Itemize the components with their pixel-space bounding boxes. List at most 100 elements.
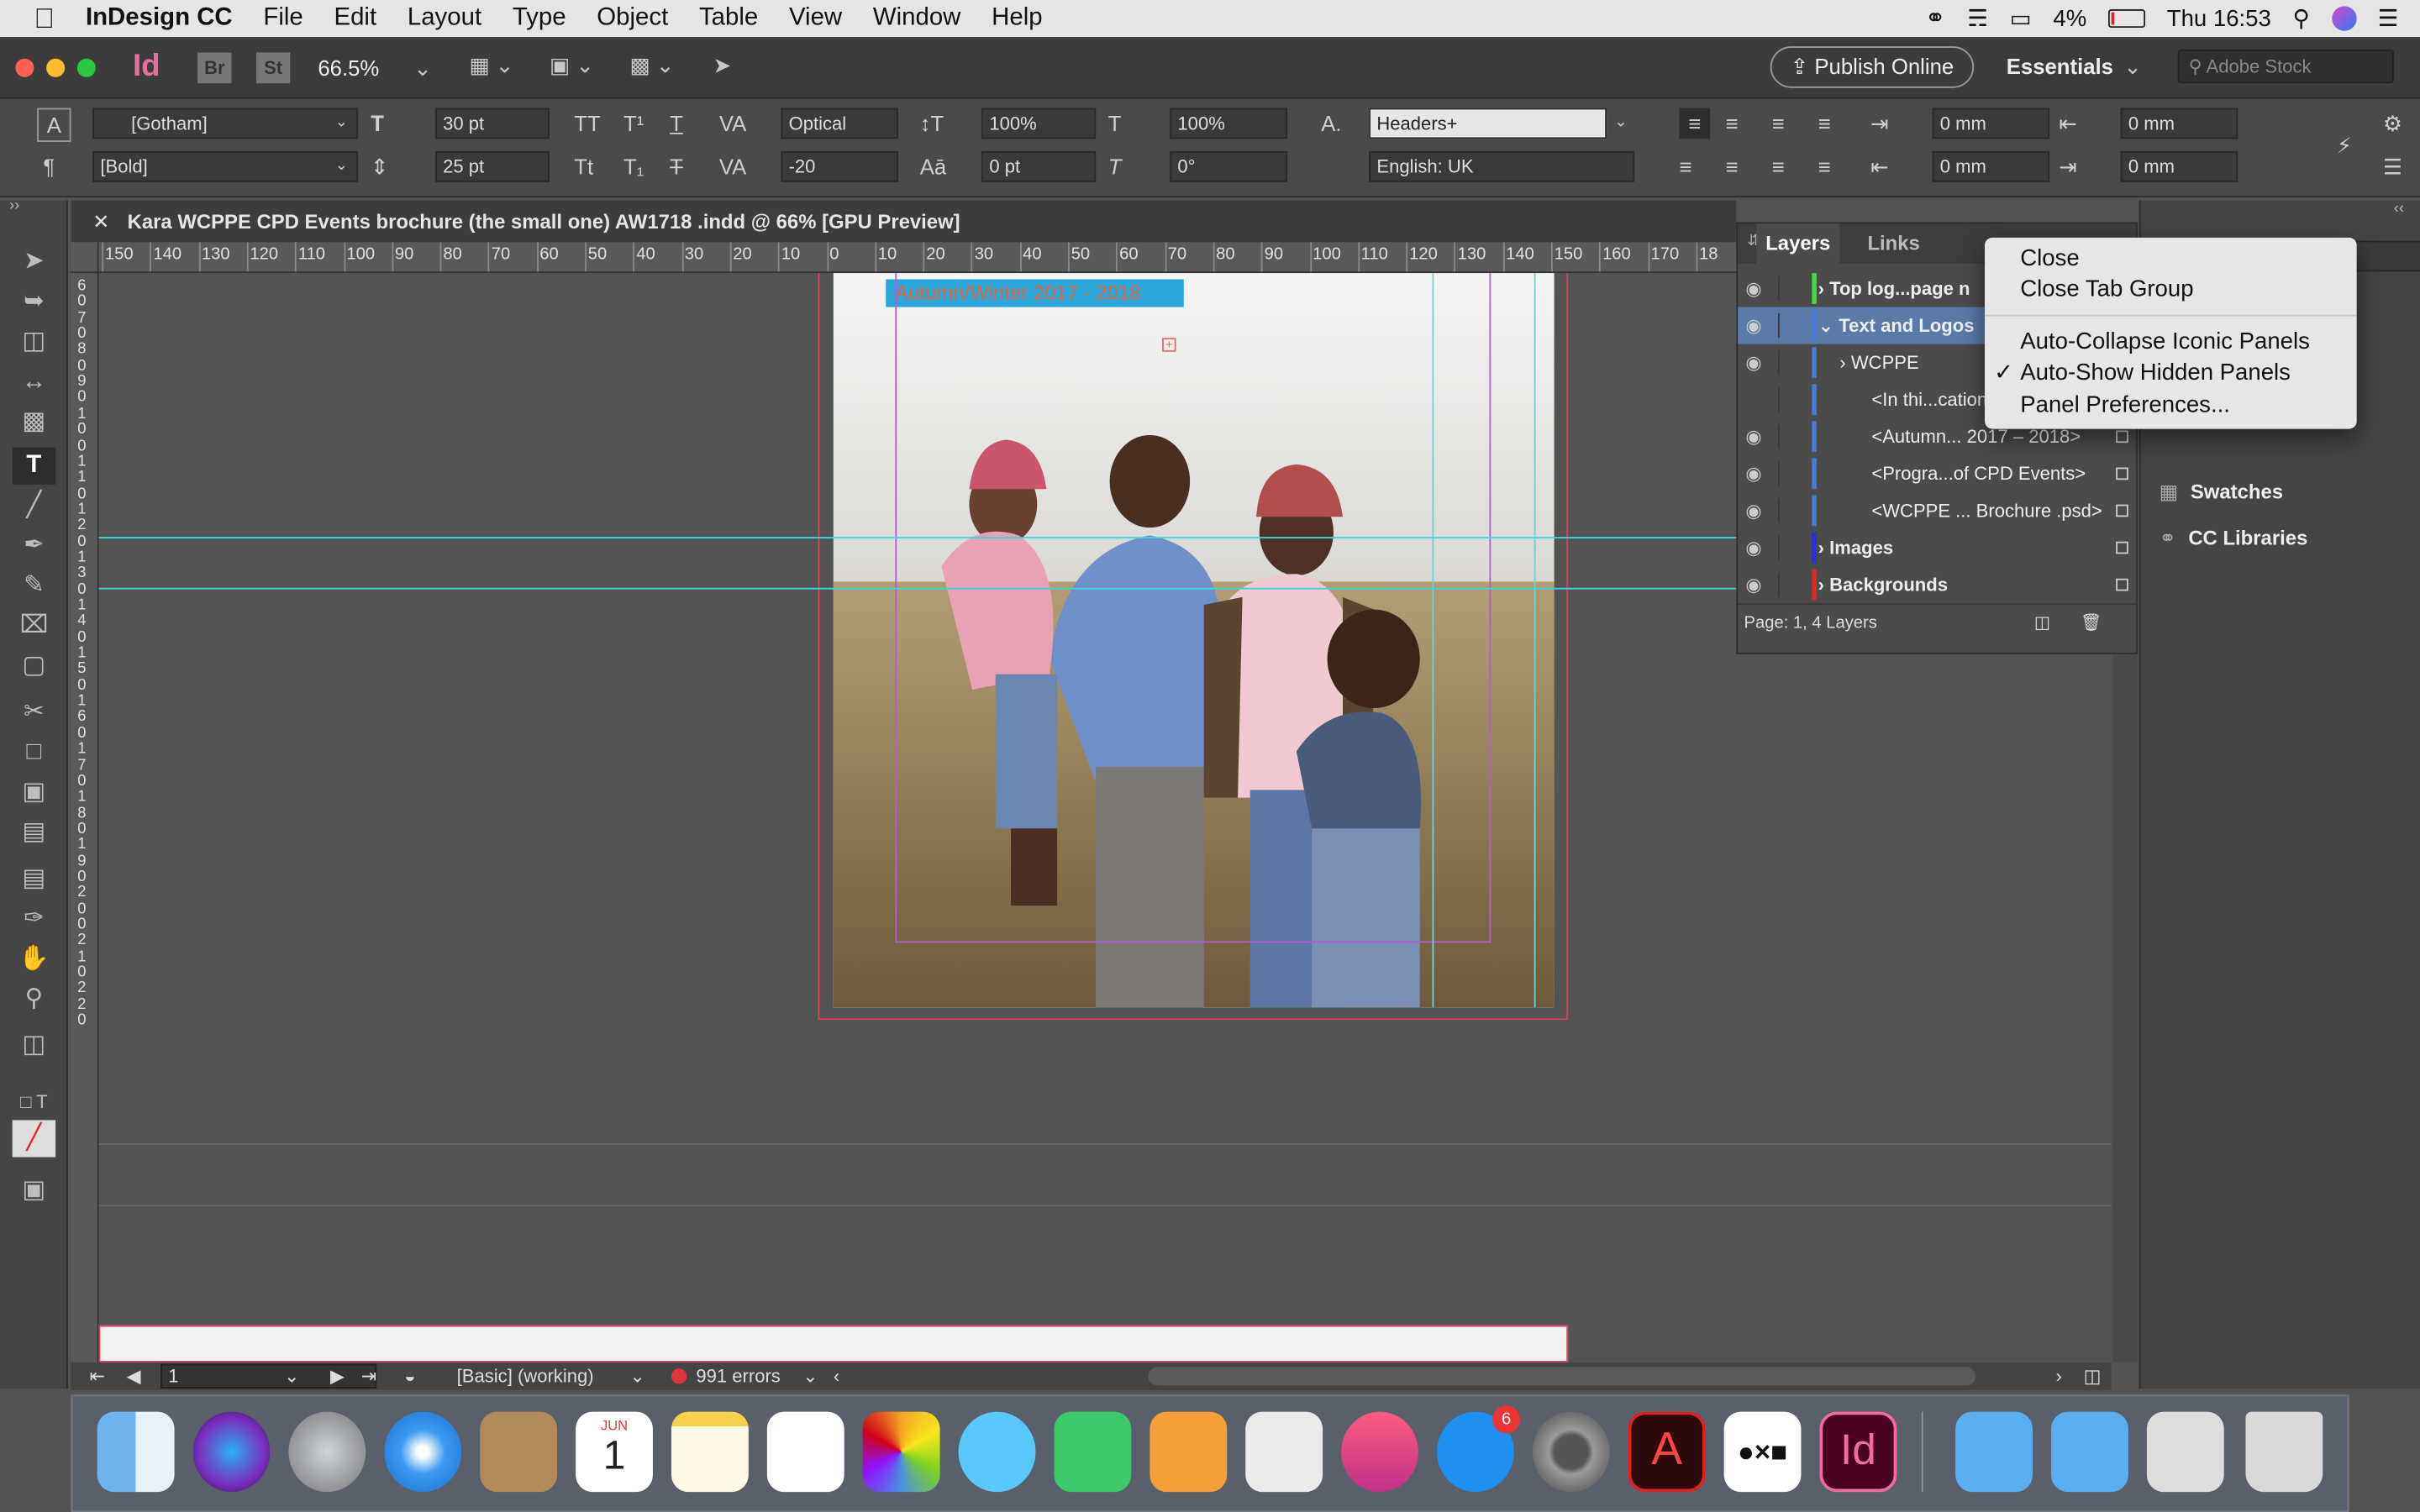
next-spread-page[interactable] bbox=[98, 1325, 1569, 1362]
preflight-profile[interactable]: [Basic] (working) bbox=[457, 1362, 594, 1390]
horizontal-ruler[interactable]: 150 140 130 120 110 100 90 80 70 60 50 40 30 20 10 0 10 2… bbox=[71, 242, 1737, 274]
panel-menu-icon[interactable]: ☰ bbox=[2383, 151, 2402, 182]
previous-page-icon[interactable]: ◀ bbox=[127, 1362, 141, 1390]
lock-toggle[interactable] bbox=[1777, 276, 1800, 302]
menu-layout[interactable]: Layout bbox=[392, 0, 497, 37]
wifi-icon[interactable]: ☴ bbox=[1967, 5, 1988, 32]
battery-icon[interactable] bbox=[2107, 9, 2146, 29]
direct-selection-tool-icon[interactable]: ➥ bbox=[13, 284, 55, 321]
layer-select-square[interactable] bbox=[2116, 541, 2128, 554]
screen-mode-icon[interactable]: ▣ ⌄ bbox=[550, 52, 594, 78]
bridge-icon[interactable]: Br bbox=[197, 52, 232, 84]
font-family-dropdown-icon[interactable]: ⌄ bbox=[335, 114, 348, 131]
paragraph-mode-icon[interactable]: ¶ bbox=[43, 151, 55, 182]
page-tool-icon[interactable]: ◫ bbox=[13, 324, 55, 361]
formatting-affects-icon[interactable]: □ T bbox=[13, 1083, 55, 1120]
pages-icon[interactable] bbox=[1150, 1411, 1228, 1493]
justify-right-icon[interactable]: ≡ bbox=[1818, 151, 1831, 182]
justify-all-icon[interactable]: ≡ bbox=[1772, 151, 1785, 182]
minimize-window-button[interactable] bbox=[46, 58, 66, 77]
creative-cloud-icon[interactable]: ⚭ bbox=[1925, 3, 1946, 34]
dock-collapse-icon[interactable]: ‹‹ bbox=[2394, 201, 2404, 218]
lock-toggle[interactable] bbox=[1777, 312, 1800, 339]
paragraph-style-field[interactable]: Headers+ bbox=[1369, 108, 1607, 139]
toolbar-collapse-icon[interactable]: ›› bbox=[9, 197, 19, 214]
pencil-tool-icon[interactable]: ✎ bbox=[13, 568, 55, 605]
scroll-left-icon[interactable]: ‹ bbox=[834, 1362, 839, 1390]
tab-layers[interactable]: Layers bbox=[1756, 223, 1840, 265]
indesign-dock-icon[interactable]: Id bbox=[1819, 1411, 1897, 1493]
layer-row[interactable]: ◉ <Progra...of CPD Events> bbox=[1738, 455, 2136, 492]
paragraph-style-dropdown-icon[interactable]: ⌄ bbox=[1614, 114, 1627, 131]
horizontal-scale-field[interactable]: 100% bbox=[1170, 108, 1287, 139]
layer-select-square[interactable] bbox=[2116, 504, 2128, 517]
menu-edit[interactable]: Edit bbox=[318, 0, 392, 37]
applications-folder-icon[interactable] bbox=[1955, 1411, 2033, 1493]
safari-icon[interactable] bbox=[384, 1411, 462, 1493]
siri-dock-icon[interactable] bbox=[192, 1411, 271, 1493]
layer-select-square[interactable] bbox=[2116, 430, 2128, 444]
small-caps-icon[interactable]: Tt bbox=[574, 151, 593, 182]
zoom-window-button[interactable] bbox=[76, 58, 96, 77]
airplay-icon[interactable]: ▭ bbox=[2010, 5, 2032, 32]
obs-style-app-icon[interactable]: ●×■ bbox=[1723, 1411, 1802, 1493]
right-indent-field[interactable]: 0 mm bbox=[2120, 108, 2238, 139]
free-transform-tool-icon[interactable]: □ bbox=[13, 734, 55, 771]
menu-item-close[interactable]: Close bbox=[2020, 244, 2079, 275]
cc-libraries-panel-button[interactable]: ⚭ CC Libraries bbox=[2160, 522, 2419, 555]
documents-folder-icon[interactable] bbox=[2051, 1411, 2128, 1493]
menu-object[interactable]: Object bbox=[581, 0, 684, 37]
lock-toggle[interactable] bbox=[1777, 498, 1800, 523]
split-window-icon[interactable]: ◫ bbox=[2084, 1362, 2102, 1390]
justify-left-icon[interactable]: ≡ bbox=[1679, 151, 1691, 182]
acrobat-icon[interactable]: A bbox=[1628, 1411, 1706, 1493]
left-indent-field[interactable]: 0 mm bbox=[1932, 108, 2050, 139]
reminders-icon[interactable] bbox=[766, 1411, 844, 1493]
lock-toggle[interactable] bbox=[1777, 461, 1800, 486]
fill-stroke-icon[interactable]: ◫ bbox=[13, 1027, 55, 1064]
menu-item-auto-collapse[interactable]: Auto-Collapse Iconic Panels bbox=[2020, 327, 2310, 358]
layer-select-square[interactable] bbox=[2116, 578, 2128, 591]
font-style-field[interactable]: [Bold] bbox=[92, 151, 359, 182]
trash-icon[interactable] bbox=[2245, 1411, 2323, 1493]
eyedropper-tool-icon[interactable]: ✑ bbox=[13, 901, 55, 938]
publish-rocket-icon[interactable]: ➤ bbox=[713, 52, 732, 78]
first-page-icon[interactable]: ⇤ bbox=[90, 1362, 105, 1390]
menu-type[interactable]: Type bbox=[497, 0, 581, 37]
workspace-switcher[interactable]: Essentials bbox=[2007, 54, 2113, 78]
subscript-icon[interactable]: T₁ bbox=[623, 151, 644, 182]
space-before-field[interactable]: 0 mm bbox=[1932, 151, 2050, 182]
all-caps-icon[interactable]: TT bbox=[574, 108, 600, 139]
horizontal-scrollbar-thumb[interactable] bbox=[1148, 1367, 1976, 1386]
layer-row[interactable]: ◉ › Images bbox=[1738, 529, 2136, 566]
strikethrough-icon[interactable]: T bbox=[670, 151, 683, 182]
vertical-scale-field[interactable]: 100% bbox=[981, 108, 1097, 139]
system-preferences-icon[interactable] bbox=[1532, 1411, 1610, 1493]
language-field[interactable]: English: UK bbox=[1369, 151, 1635, 182]
content-collector-icon[interactable]: ▩ bbox=[13, 404, 55, 441]
numbers-icon[interactable] bbox=[1245, 1411, 1323, 1493]
itunes-icon[interactable] bbox=[1341, 1411, 1418, 1493]
apple-icon[interactable]:  bbox=[0, 0, 71, 37]
layer-select-square[interactable] bbox=[2116, 467, 2128, 480]
superscript-icon[interactable]: T¹ bbox=[623, 108, 644, 139]
zoom-tool-icon[interactable]: ⚲ bbox=[13, 981, 55, 1018]
lock-toggle[interactable] bbox=[1777, 349, 1800, 375]
gap-tool-icon[interactable]: ↔ bbox=[13, 364, 55, 401]
delete-layer-icon[interactable]: 🗑 bbox=[2081, 605, 2102, 642]
visibility-eye-icon[interactable]: ◉ bbox=[1745, 344, 1761, 381]
zoom-dropdown-icon[interactable]: ⌄ bbox=[413, 55, 432, 81]
leading-field[interactable]: 25 pt bbox=[434, 151, 550, 182]
clock[interactable]: Thu 16:53 bbox=[2167, 5, 2271, 31]
launchpad-icon[interactable] bbox=[288, 1411, 366, 1493]
workspace-dropdown-icon[interactable]: ⌄ bbox=[2123, 54, 2142, 80]
publish-online-button[interactable]: ⇪ Publish Online bbox=[1770, 46, 1975, 88]
note-tool-icon[interactable]: ▤ bbox=[13, 861, 55, 898]
menu-item-auto-show[interactable]: Auto-Show Hidden Panels bbox=[2020, 358, 2291, 389]
photos-icon[interactable] bbox=[862, 1411, 940, 1493]
menu-help[interactable]: Help bbox=[976, 0, 1058, 37]
kerning-field[interactable]: Optical bbox=[781, 108, 898, 139]
align-right-icon[interactable]: ≡ bbox=[1772, 108, 1785, 139]
layer-row[interactable]: ◉ <WCPPE ... Brochure .psd> bbox=[1738, 492, 2136, 529]
open-document-icon[interactable]: ◒ bbox=[404, 1362, 415, 1390]
